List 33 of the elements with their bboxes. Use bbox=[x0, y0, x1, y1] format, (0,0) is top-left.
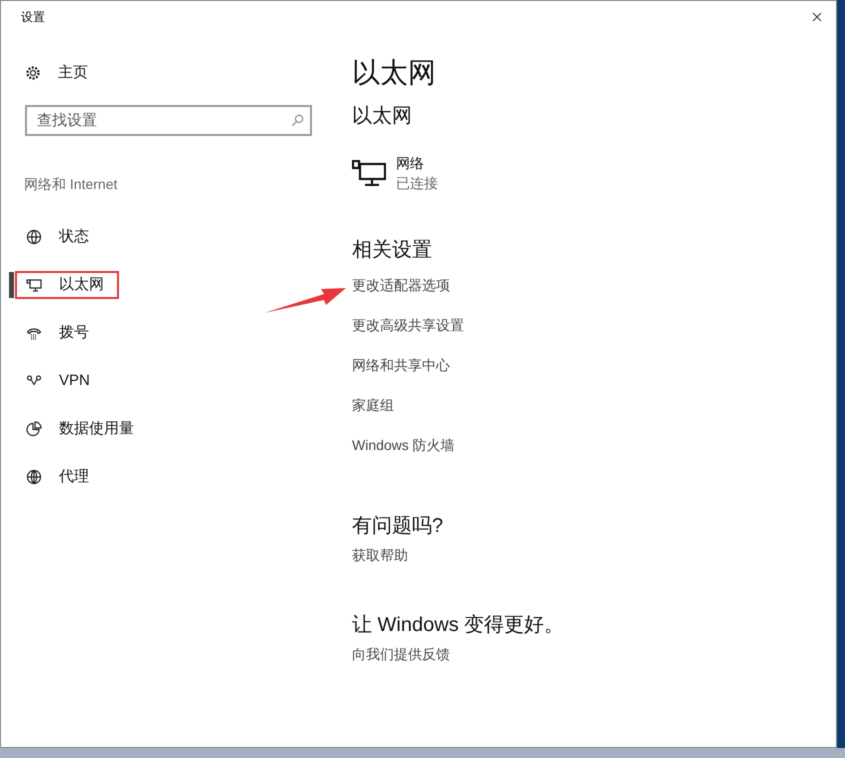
settings-link[interactable]: 更改适配器选项 bbox=[352, 271, 564, 311]
monitor-icon bbox=[26, 277, 42, 293]
settings-link[interactable]: 家庭组 bbox=[352, 391, 564, 431]
sidebar-item[interactable]: 拨号 bbox=[15, 319, 119, 347]
monitor-icon bbox=[352, 160, 386, 186]
section-heading: 网络和 Internet bbox=[23, 175, 118, 194]
window-title: 设置 bbox=[21, 9, 45, 26]
sidebar-item[interactable]: VPN bbox=[15, 367, 119, 395]
search-field[interactable]: 查找设置 bbox=[25, 105, 312, 136]
globe-icon bbox=[26, 469, 42, 485]
section-title: 相关设置 bbox=[352, 238, 433, 263]
settings-link[interactable]: 网络和共享中心 bbox=[352, 351, 564, 391]
section-title: 让 Windows 变得更好。 bbox=[352, 613, 564, 638]
gear-icon bbox=[25, 65, 41, 81]
sidebar-item[interactable]: 状态 bbox=[15, 223, 119, 251]
network-item[interactable]: 网络 已连接 bbox=[352, 153, 564, 193]
pie-chart-icon bbox=[26, 421, 42, 437]
help-link[interactable]: 获取帮助 bbox=[352, 545, 564, 566]
network-status: 已连接 bbox=[396, 174, 438, 193]
sidebar-item[interactable]: 数据使用量 bbox=[15, 415, 148, 443]
search-icon bbox=[291, 114, 304, 127]
sidebar-item[interactable]: 代理 bbox=[15, 463, 119, 491]
feedback-link[interactable]: 向我们提供反馈 bbox=[352, 644, 564, 665]
settings-link[interactable]: 更改高级共享设置 bbox=[352, 311, 564, 351]
home-link[interactable]: 主页 bbox=[1, 59, 331, 87]
page-title: 以太网 bbox=[352, 56, 437, 90]
close-icon[interactable] bbox=[812, 12, 822, 22]
globe-icon bbox=[26, 229, 42, 245]
settings-link[interactable]: Windows 防火墙 bbox=[352, 431, 564, 471]
section-title: 有问题吗? bbox=[352, 514, 444, 539]
section-title: 以太网 bbox=[352, 104, 413, 129]
network-name: 网络 bbox=[396, 154, 425, 173]
sidebar-item[interactable]: 以太网 bbox=[15, 271, 119, 299]
